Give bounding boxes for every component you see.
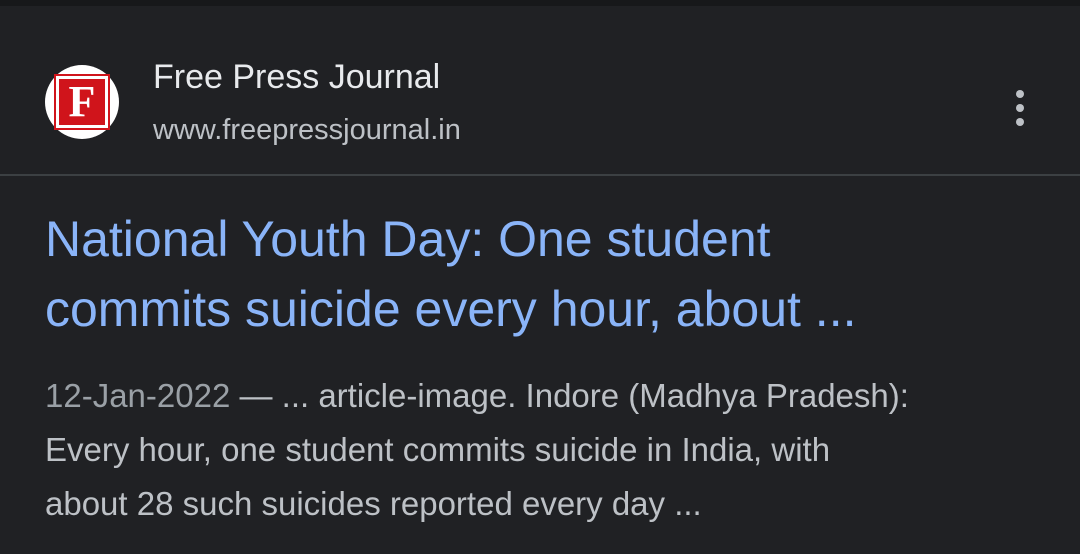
free-press-logo-icon: F bbox=[54, 74, 110, 130]
snippet-line: Every hour, one student commits suicide … bbox=[45, 431, 831, 468]
snippet-line: 12-Jan-2022 — ... article-image. Indore … bbox=[45, 369, 1055, 423]
result-title-link[interactable]: National Youth Day: One student commits … bbox=[45, 204, 1045, 344]
more-options-button[interactable] bbox=[1000, 84, 1040, 132]
more-vert-icon-dot bbox=[1016, 104, 1024, 112]
site-url[interactable]: www.freepressjournal.in bbox=[153, 114, 461, 147]
divider bbox=[0, 174, 1080, 176]
snippet-line: about 28 such suicides reported every da… bbox=[45, 485, 702, 522]
result-snippet: 12-Jan-2022 — ... article-image. Indore … bbox=[45, 369, 1055, 531]
headline-line: National Youth Day: One student bbox=[45, 211, 771, 267]
headline-line: commits suicide every hour, about ... bbox=[45, 281, 857, 337]
site-name[interactable]: Free Press Journal bbox=[153, 58, 440, 97]
snippet-date: 12-Jan-2022 bbox=[45, 377, 231, 414]
site-favicon[interactable]: F bbox=[45, 65, 119, 139]
favicon-letter: F bbox=[68, 77, 96, 126]
more-vert-icon-dot bbox=[1016, 118, 1024, 126]
more-vert-icon-dot bbox=[1016, 90, 1024, 98]
search-result-card: F Free Press Journal www.freepressjourna… bbox=[0, 6, 1080, 554]
snippet-text: — ... article-image. Indore (Madhya Prad… bbox=[230, 377, 909, 414]
